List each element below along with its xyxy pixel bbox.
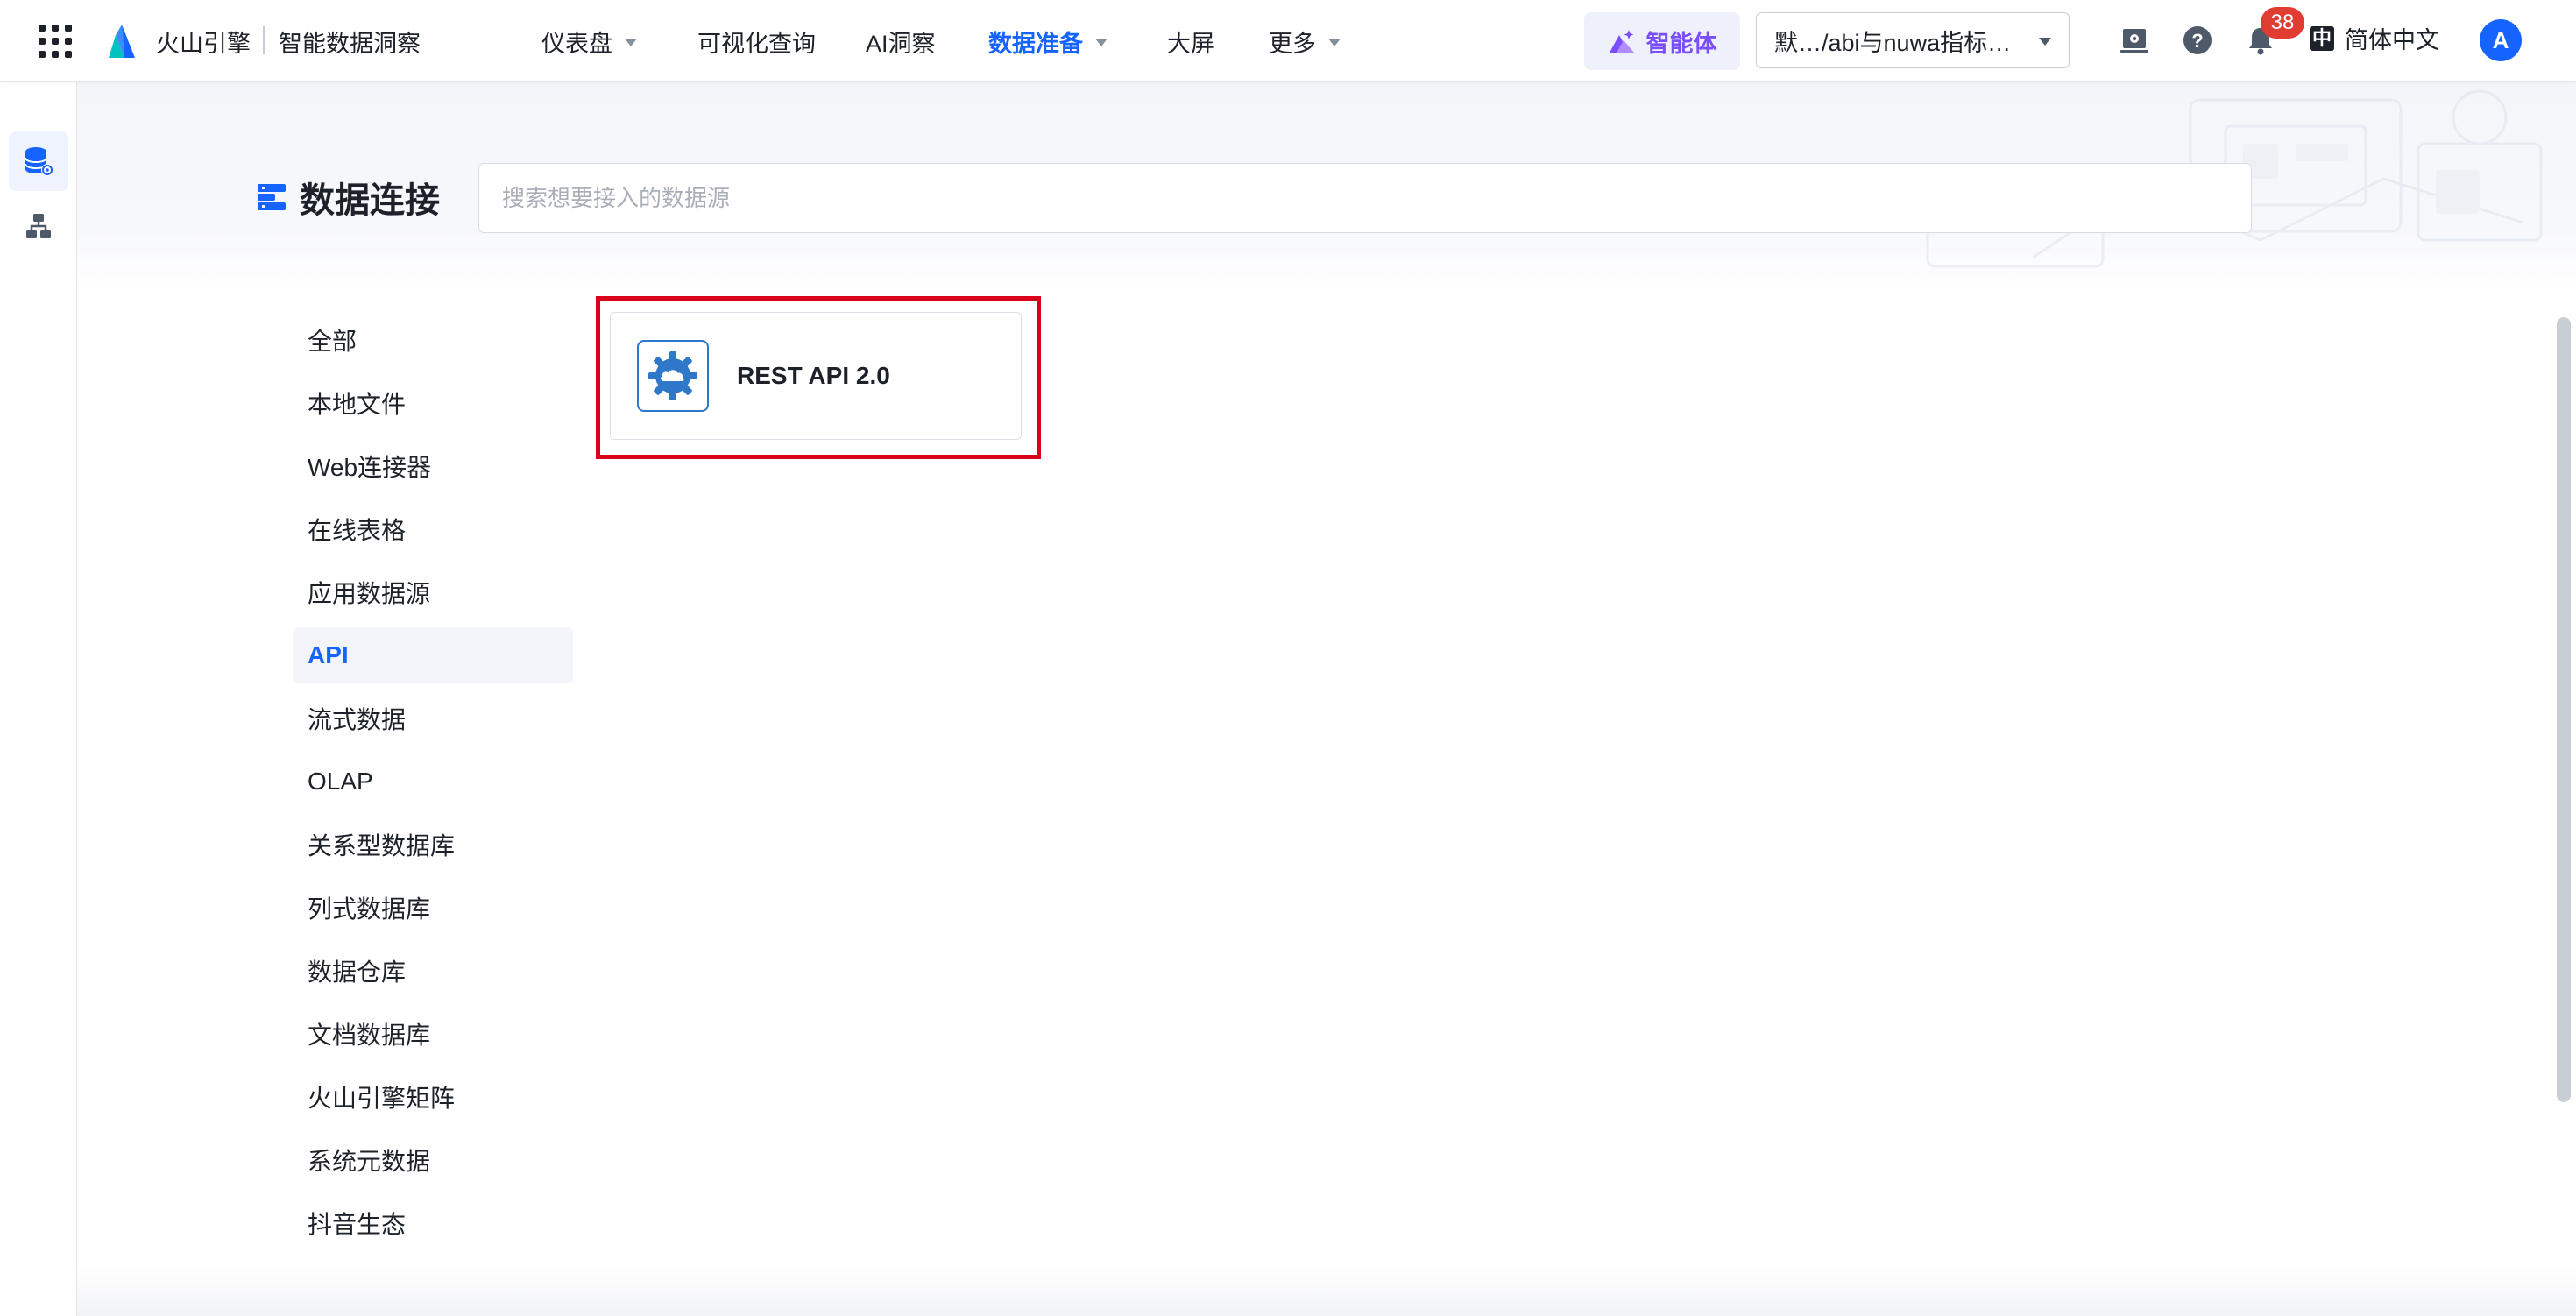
connector-card-rest-api[interactable]: REST API 2.0 [610,312,1022,440]
page-title-text: 数据连接 [300,181,440,220]
sparkle-mountain-icon [1609,30,1634,53]
category-item[interactable]: 列式数据库 [293,880,573,936]
nav-ai-insight-label: AI洞察 [866,31,936,57]
chevron-down-icon [1328,39,1341,46]
left-rail [0,82,77,1316]
agent-button[interactable]: 智能体 [1584,12,1740,70]
nav-visual-query[interactable]: 可视化查询 [697,25,816,59]
category-item[interactable]: 全部 [293,312,573,368]
data-model-rail-button[interactable] [9,196,68,256]
database-icon [25,147,53,176]
vertical-scrollbar[interactable] [2557,317,2571,1102]
notification-badge: 38 [2261,7,2304,39]
chevron-down-icon [625,39,637,46]
category-item[interactable]: 文档数据库 [293,1006,573,1062]
category-item-active[interactable]: API [293,627,573,683]
category-item[interactable]: Web连接器 [293,438,573,494]
nav-big-screen[interactable]: 大屏 [1167,25,1214,59]
language-switcher[interactable]: 中 简体中文 [2310,21,2439,55]
nav-dashboard[interactable]: 仪表盘 [541,25,637,59]
nav-data-prep[interactable]: 数据准备 [988,25,1108,59]
data-connection-rail-button[interactable] [9,131,68,191]
datasource-search-input[interactable] [478,163,2252,233]
category-item[interactable]: 本地文件 [293,375,573,431]
nav-big-screen-label: 大屏 [1167,31,1214,57]
data-connection-title-icon [258,184,286,210]
nav-ai-insight[interactable]: AI洞察 [866,25,936,59]
category-item[interactable]: 系统元数据 [293,1132,573,1188]
category-item[interactable]: 应用数据源 [293,564,573,620]
category-list: 全部 本地文件 Web连接器 在线表格 应用数据源 API 流式数据 OLAP … [293,312,573,1258]
volcengine-logo [109,25,135,58]
nav-more-label: 更多 [1269,31,1316,57]
brand-divider [263,26,265,54]
category-item[interactable]: 关系型数据库 [293,817,573,873]
connector-card-label: REST API 2.0 [737,362,890,389]
category-item[interactable]: 抖音生态 [293,1195,573,1251]
svg-text:?: ? [2191,30,2203,52]
category-item[interactable]: 流式数据 [293,690,573,746]
nav-more[interactable]: 更多 [1269,25,1341,59]
cloud-gear-icon [637,340,709,412]
product-name: 智能数据洞察 [279,31,421,57]
help-icon[interactable]: ? [2182,25,2213,56]
nav-data-prep-label: 数据准备 [988,31,1083,57]
page-title: 数据连接 [256,172,440,223]
download-center-icon[interactable] [2119,25,2150,56]
agent-button-label: 智能体 [1645,30,1717,57]
workspace-selector-value: 默…/abi与nuwa指标… [1774,29,2012,56]
app-launcher-icon[interactable] [39,25,72,58]
top-navigation-bar: 火山引擎 智能数据洞察 仪表盘 可视化查询 AI洞察 数据准备 大屏 更多 智能… [0,0,2576,82]
hierarchy-icon [26,214,51,238]
language-label: 简体中文 [2345,27,2439,53]
user-avatar[interactable]: A [2480,19,2522,61]
category-item[interactable]: 数据仓库 [293,943,573,999]
category-item[interactable]: 火山引擎矩阵 [293,1069,573,1125]
category-item[interactable]: OLAP [293,754,573,810]
nav-dashboard-label: 仪表盘 [541,31,612,57]
chevron-down-icon [1095,39,1108,46]
chevron-down-icon [2039,37,2051,46]
language-icon: 中 [2310,25,2334,51]
bottom-edge [77,1265,2576,1316]
nav-visual-query-label: 可视化查询 [697,31,816,57]
category-item[interactable]: 在线表格 [293,501,573,557]
brand-name: 火山引擎 [156,31,251,57]
workspace-selector[interactable]: 默…/abi与nuwa指标… [1756,12,2070,68]
